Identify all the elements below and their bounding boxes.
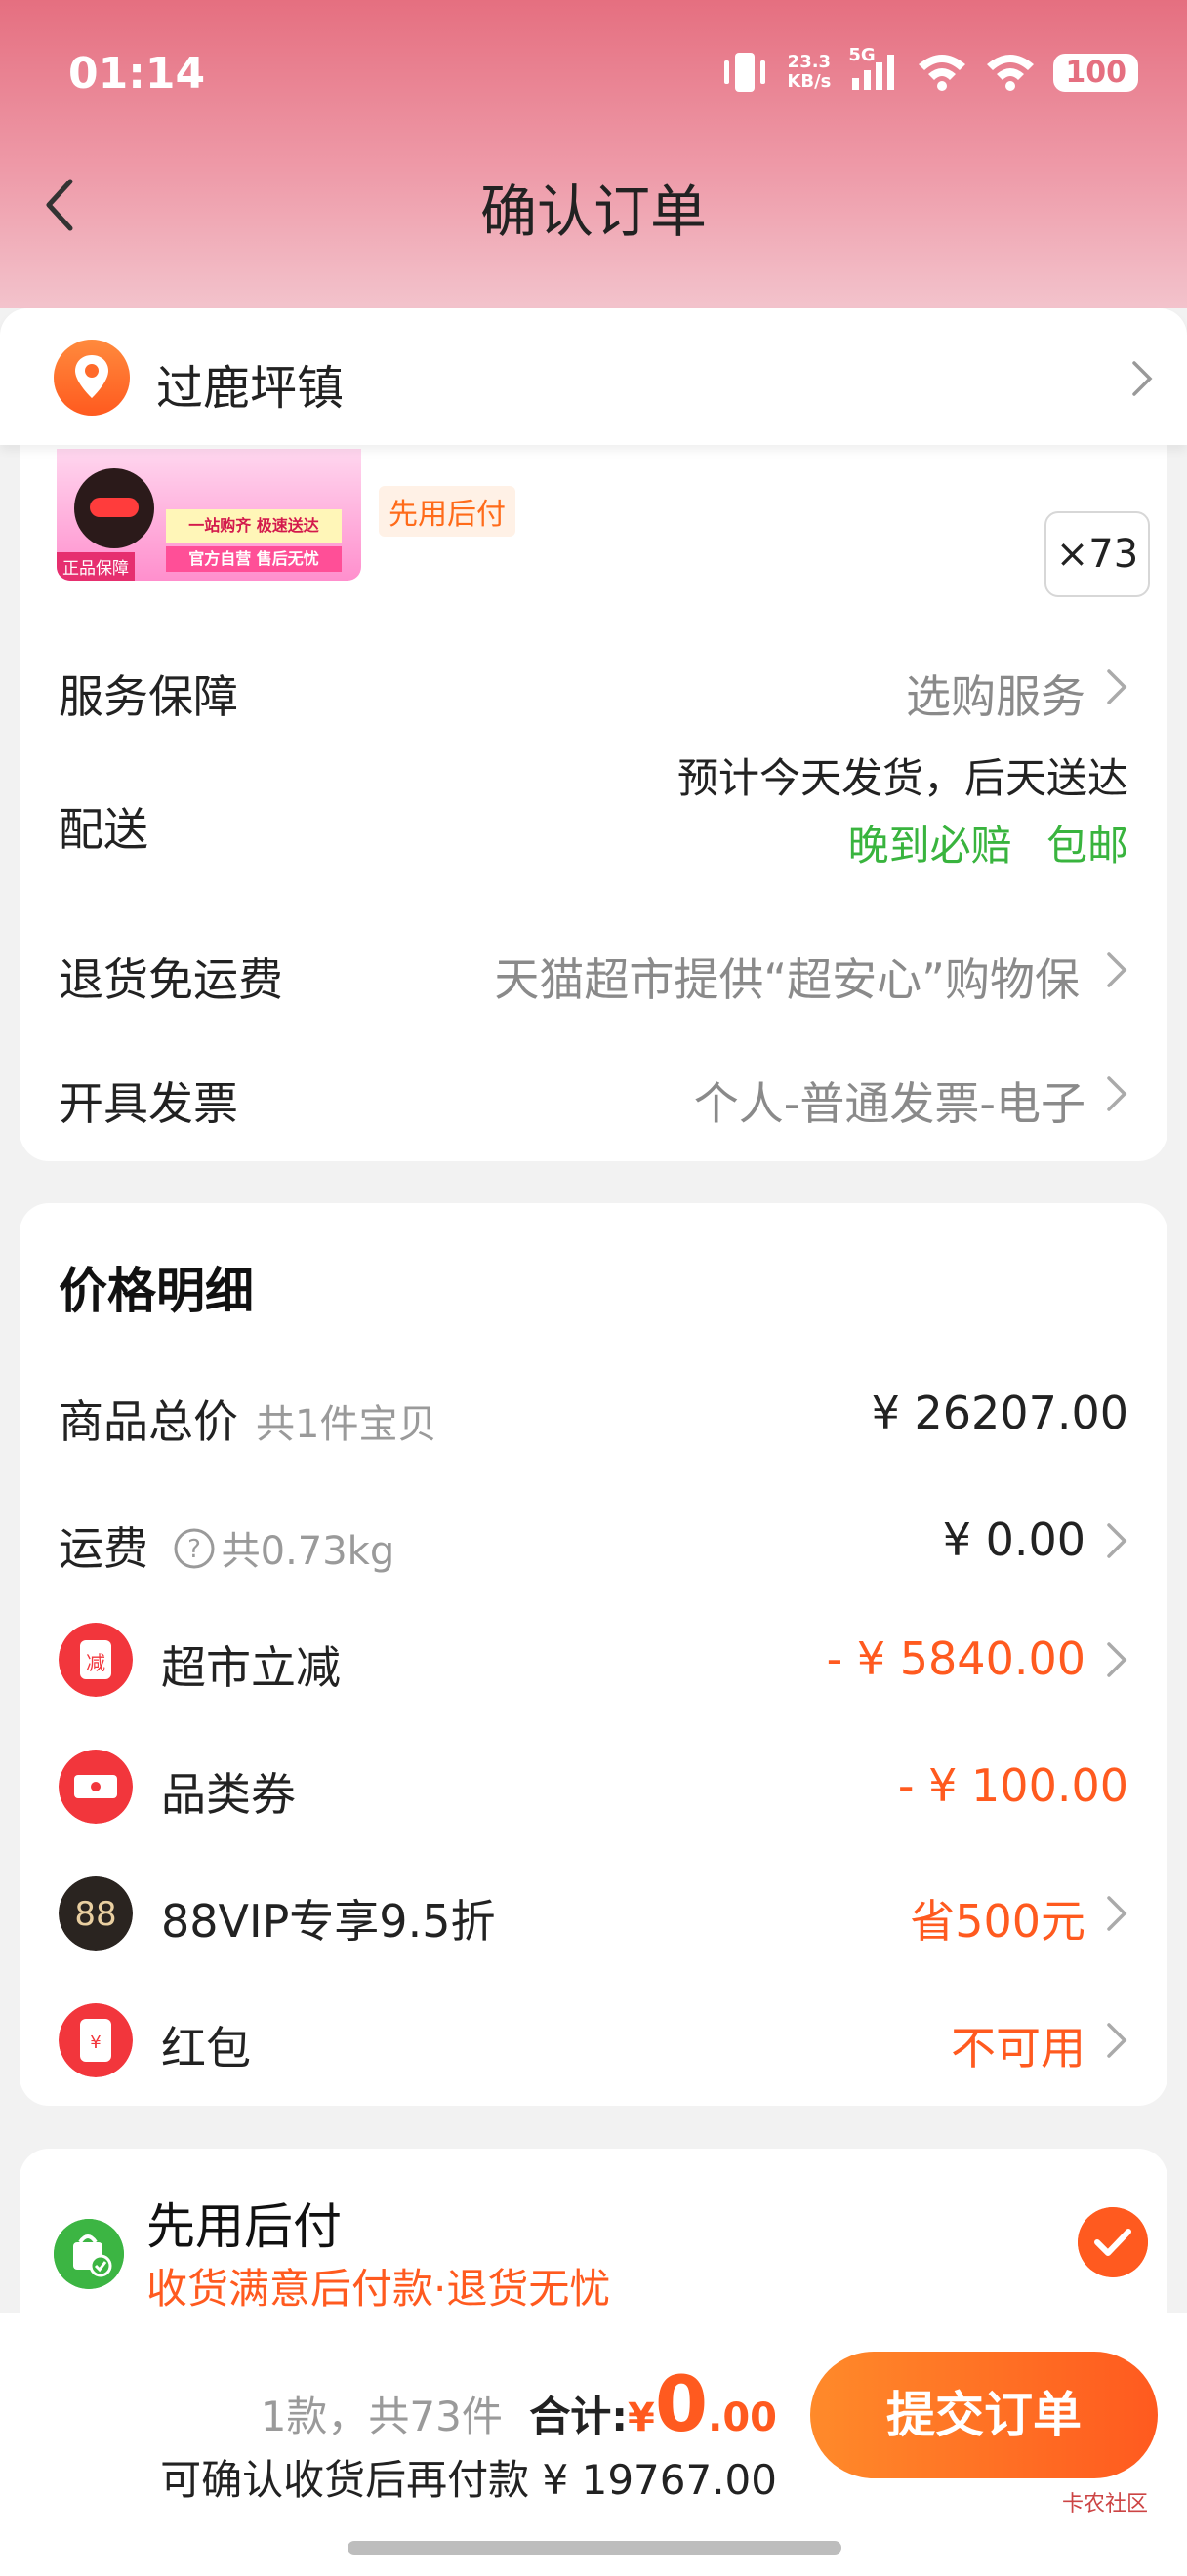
items-total-label-text: 商品总价 [59, 1395, 238, 1448]
net-speed-value: 23.3 [787, 52, 832, 72]
return-shipping-row[interactable]: 退货免运费 天猫超市提供“超安心”购物保 [59, 945, 1128, 1009]
delivery-info: 预计今天发货，后天送达 晚到必赔 包邮 [677, 745, 1128, 872]
discount-badge-icon: 减 [59, 1623, 133, 1697]
net-speed-unit: KB/s [787, 71, 832, 92]
invoice-row[interactable]: 开具发票 个人-普通发票-电子 [59, 1068, 1128, 1133]
shipping-label-text: 运费 [59, 1522, 148, 1575]
vip-row[interactable]: 88 88VIP专享9.5折 省500元 [59, 1876, 1128, 1951]
category-coupon-label: 品类券 [161, 1768, 296, 1821]
delivery-label: 配送 [59, 803, 148, 856]
price-detail-title: 价格明细 [59, 1263, 254, 1319]
address-text: 过鹿坪镇 [156, 361, 345, 416]
vip-value: 省500元 [910, 1895, 1085, 1948]
battery-indicator: 100 [1053, 53, 1138, 92]
items-total-label: 商品总价 共1件宝贝 [59, 1387, 436, 1451]
delivery-estimate: 预计今天发货，后天送达 [676, 754, 1128, 802]
category-coupon-value: - ¥ 100.00 [897, 1759, 1128, 1812]
submit-order-button[interactable]: 提交订单 [810, 2352, 1158, 2478]
coupon-icon [59, 1750, 133, 1824]
items-total-sub: 共1件宝贝 [256, 1402, 437, 1447]
net-speed: 23.3 KB/s [787, 53, 831, 92]
return-value: 天猫超市提供“超安心”购物保 [494, 953, 1080, 1006]
svg-text:¥: ¥ [90, 2033, 101, 2053]
red-packet-value: 不可用 [951, 2022, 1085, 2074]
delivery-row: 配送 预计今天发货，后天送达 晚到必赔 包邮 [59, 745, 1128, 872]
checkout-footer: 1款，共73件 合计:¥0.00 可确认收货后再付款 ¥ 19767.00 提交… [0, 2313, 1187, 2576]
vip-88-icon: 88 [59, 1876, 133, 1951]
pay-later-title: 先用后付 [146, 2198, 342, 2255]
chevron-right-icon [1107, 1642, 1127, 1677]
svg-text:?: ? [187, 1535, 201, 1564]
order-card: 一站购齐 极速送达 官方自营 售后无忧 正品保障 先用后付 ×73 服务保障 选… [20, 420, 1167, 1161]
invoice-label: 开具发票 [59, 1077, 238, 1130]
total-amount-dec: .00 [708, 2395, 777, 2440]
service-label: 服务保障 [59, 670, 238, 723]
product-image[interactable]: 一站购齐 极速送达 官方自营 售后无忧 正品保障 [57, 449, 361, 581]
items-total-row: 商品总价 共1件宝贝 ¥ 26207.00 [59, 1377, 1128, 1451]
free-shipping: 包邮 [1045, 822, 1128, 869]
help-icon[interactable]: ? [173, 1527, 216, 1570]
chevron-right-icon [1107, 1523, 1127, 1558]
product-image-band-bottom: 官方自营 售后无忧 [166, 546, 342, 572]
watermark: 卡农社区 [1061, 2492, 1148, 2516]
shipping-value: ¥ 0.00 [942, 1513, 1085, 1566]
shipping-row[interactable]: 运费 ? 共0.73kg ¥ 0.00 [59, 1504, 1128, 1578]
pay-later-tag: 先用后付 [379, 486, 515, 537]
svg-text:88: 88 [74, 1895, 116, 1934]
category-coupon-row: 品类券 - ¥ 100.00 [59, 1750, 1128, 1824]
service-row[interactable]: 服务保障 选购服务 [59, 662, 1128, 726]
service-value: 选购服务 [906, 670, 1085, 723]
chevron-right-icon [1107, 669, 1127, 704]
quantity-box[interactable]: ×73 [1044, 511, 1150, 597]
wifi-icon [919, 55, 966, 91]
product-image-band-top: 一站购齐 极速送达 [166, 509, 342, 543]
total-amount-int: 0 [654, 2361, 709, 2449]
status-time: 01:14 [68, 49, 206, 99]
items-total-value: ¥ 26207.00 [871, 1387, 1128, 1439]
item-count: 1款，共73件 [260, 2393, 503, 2440]
late-compensation: 晚到必赔 [847, 822, 1012, 869]
invoice-value: 个人-普通发票-电子 [693, 1077, 1085, 1130]
chevron-right-icon [1132, 361, 1153, 396]
header: 01:14 23.3 KB/s 5G 100 确认订单 [0, 0, 1187, 308]
red-packet-row[interactable]: ¥ 红包 不可用 [59, 2003, 1128, 2077]
red-packet-label: 红包 [161, 2022, 251, 2074]
red-packet-icon: ¥ [59, 2003, 133, 2077]
pay-after-receipt: 可确认收货后再付款 ¥ 19767.00 [160, 2456, 777, 2504]
shipping-label: 运费 ? 共0.73kg [59, 1513, 394, 1578]
total-label: 合计: [529, 2393, 629, 2440]
signal-5g: 5G [848, 45, 899, 92]
vip-label: 88VIP专享9.5折 [161, 1895, 496, 1948]
product-image-badge: 正品保障 [57, 552, 135, 581]
page-title: 确认订单 [479, 179, 707, 245]
home-indicator[interactable] [348, 2541, 841, 2555]
price-detail-card: 价格明细 商品总价 共1件宝贝 ¥ 26207.00 运费 ? 共0.73kg ¥… [20, 1203, 1167, 2106]
market-discount-row[interactable]: 减 超市立减 - ¥ 5840.00 [59, 1623, 1128, 1697]
total-currency: ¥ [628, 2395, 655, 2440]
checkmark-icon[interactable] [1078, 2207, 1148, 2277]
market-discount-value: - ¥ 5840.00 [826, 1632, 1085, 1685]
return-label: 退货免运费 [59, 953, 283, 1006]
address-bar[interactable]: 过鹿坪镇 [0, 308, 1187, 445]
shipping-weight: 共0.73kg [221, 1529, 395, 1574]
wifi-icon-2 [987, 55, 1035, 91]
chevron-right-icon [1107, 2023, 1127, 2058]
order-summary: 1款，共73件 合计:¥0.00 [261, 2361, 777, 2449]
shopping-bag-check-icon [54, 2219, 124, 2289]
delivery-promises: 晚到必赔 包邮 [677, 813, 1128, 872]
pay-later-subtitle: 收货满意后付款·退货无忧 [146, 2265, 611, 2313]
vibrate-icon [724, 53, 766, 92]
svg-text:减: 减 [86, 1651, 105, 1674]
location-pin-icon [54, 340, 130, 416]
network-type: 5G [848, 45, 876, 65]
chevron-right-icon [1107, 1896, 1127, 1931]
tmall-cat-logo [74, 468, 154, 548]
chevron-right-icon [1107, 952, 1127, 987]
market-discount-label: 超市立减 [161, 1641, 341, 1694]
chevron-right-icon [1107, 1076, 1127, 1111]
status-icons: 23.3 KB/s 5G 100 [720, 45, 1138, 94]
